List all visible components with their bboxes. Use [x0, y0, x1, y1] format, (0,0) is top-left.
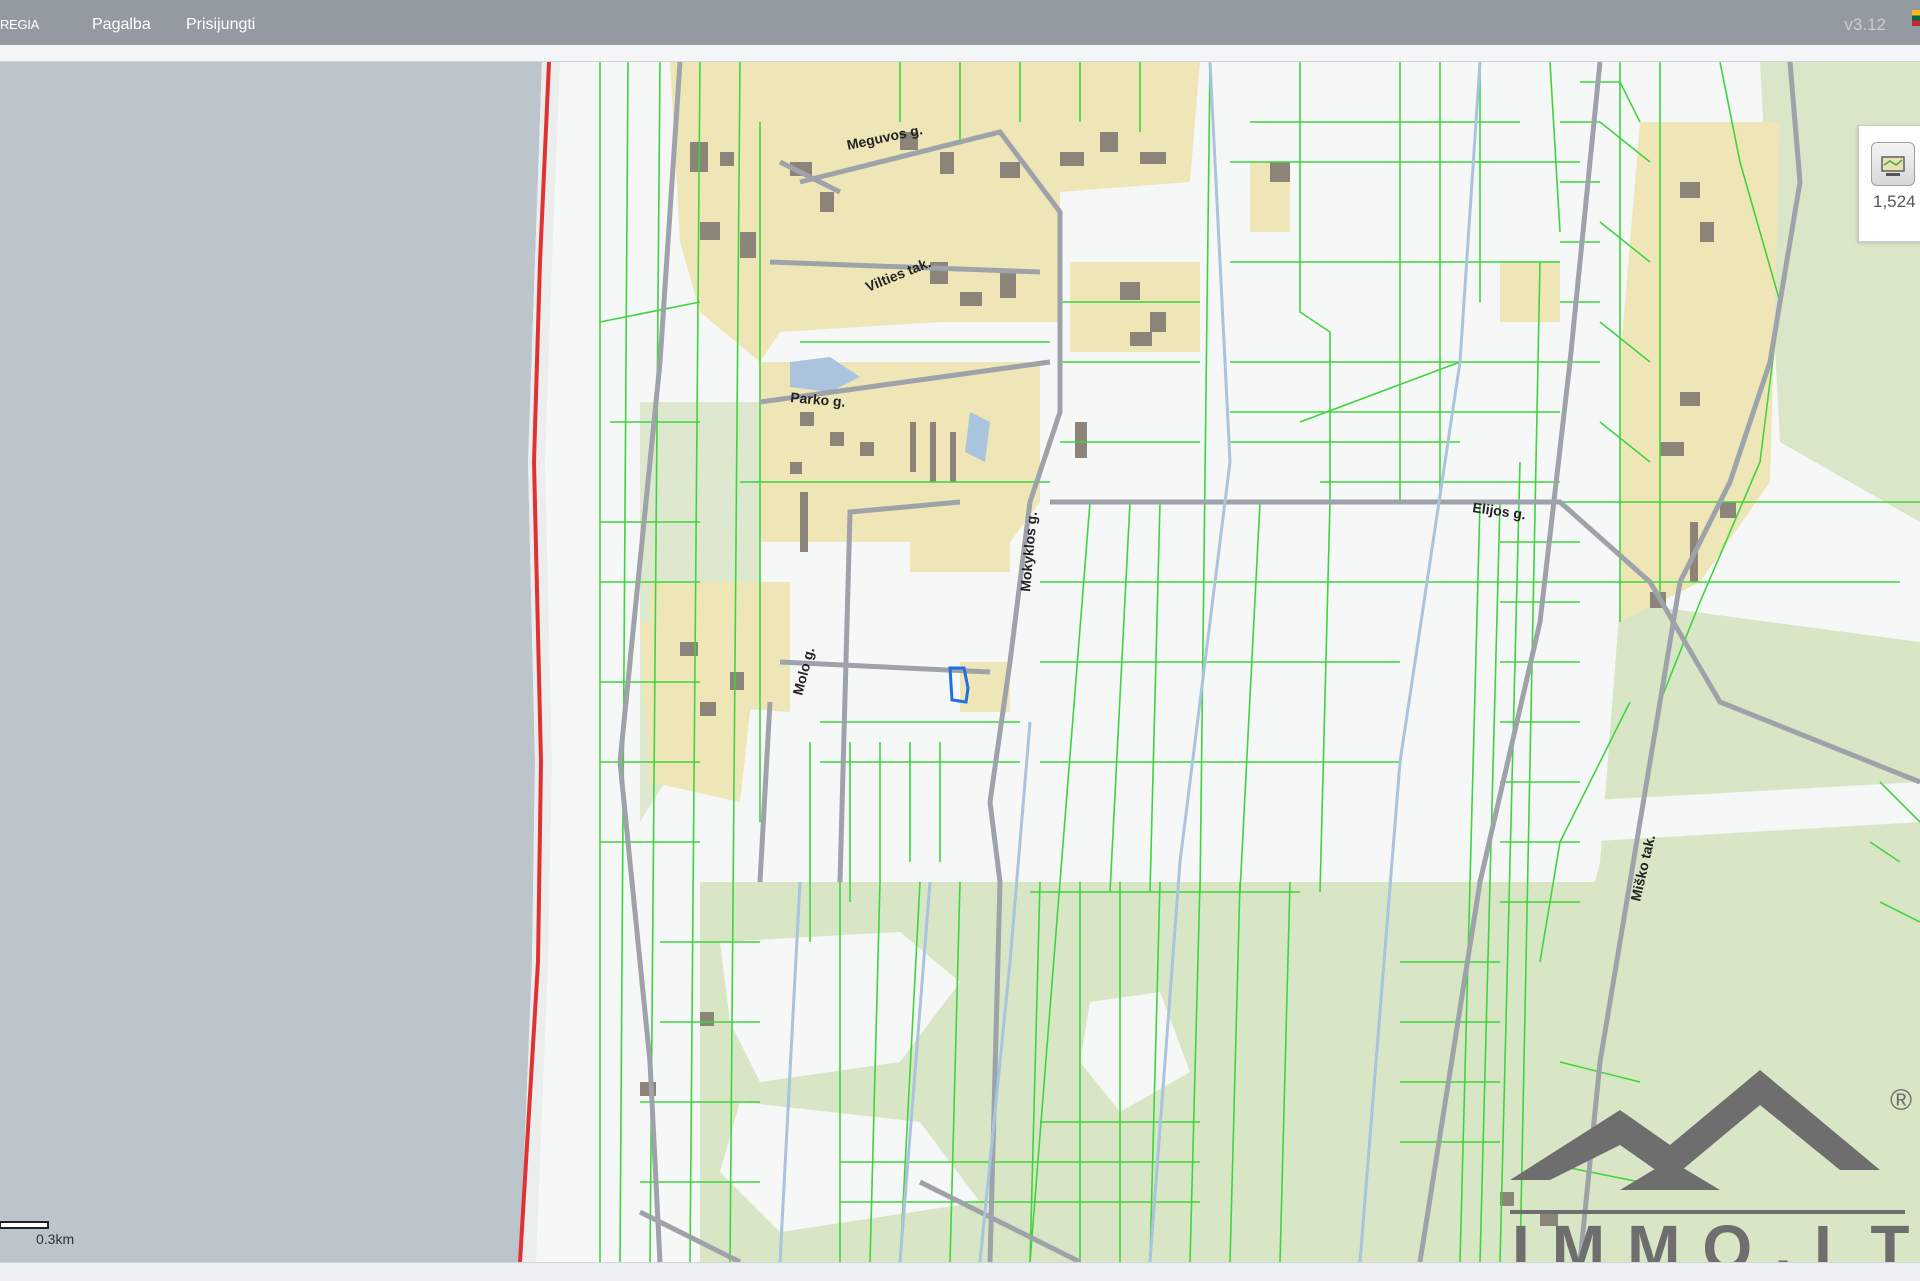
app-brand: REGIA [0, 17, 39, 32]
scale-bar-label: 0.3km [36, 1231, 74, 1247]
registered-mark: ® [1890, 1084, 1912, 1117]
sea-area [0, 62, 542, 1262]
widget-value: 1,524 [1873, 192, 1916, 211]
menu-help[interactable]: Pagalba [92, 16, 151, 34]
map-layers-button[interactable] [1871, 142, 1915, 186]
residential-area [910, 502, 1010, 572]
toolbar-strip [0, 45, 1920, 62]
layer-widget: 1,524 [1858, 125, 1920, 242]
status-bar [0, 1262, 1920, 1281]
residential-area [1500, 262, 1560, 322]
version-label: v3.12 [1844, 15, 1886, 34]
menu-login[interactable]: Prisijungti [186, 16, 255, 34]
top-toolbar: REGIA Pagalba Prisijungti v3.12 [0, 0, 1920, 45]
watermark-logo: ® IMMO.LT [1510, 1070, 1912, 1270]
language-flag-icon[interactable] [1912, 10, 1920, 26]
map-layers-icon [1881, 156, 1905, 176]
